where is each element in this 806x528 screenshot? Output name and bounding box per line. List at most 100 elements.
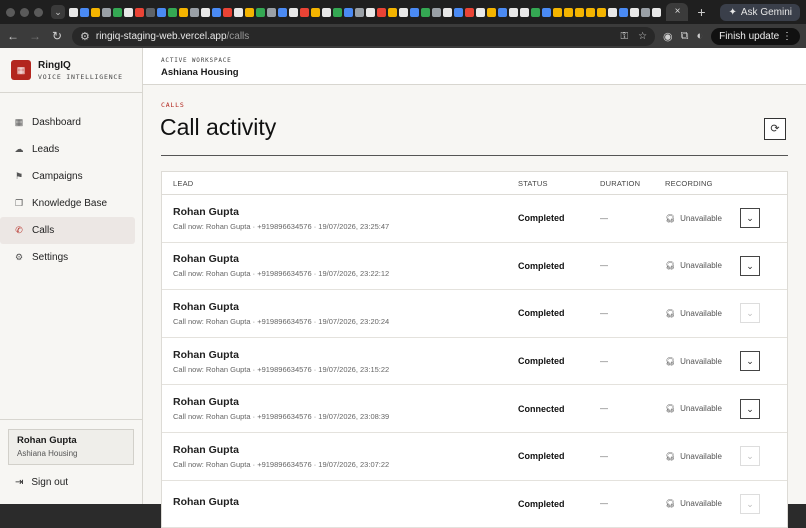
forward-icon[interactable]: → — [28, 29, 42, 43]
table-row[interactable]: Rohan Gupta Call now: Rohan Gupta · +919… — [162, 385, 787, 433]
headphones-icon: 🎧︎ — [665, 451, 676, 461]
pinned-tab-favicon-icon[interactable] — [608, 7, 617, 17]
pinned-tab-favicon-icon[interactable] — [289, 7, 298, 17]
active-tab[interactable]: × — [666, 3, 689, 21]
pinned-tab-favicon-icon[interactable] — [432, 7, 441, 17]
table-row[interactable]: Rohan Gupta Call now: Rohan Gupta · +919… — [162, 243, 787, 291]
pinned-tab-favicon-icon[interactable] — [388, 7, 397, 17]
pinned-tab-favicon-icon[interactable] — [212, 7, 221, 17]
pinned-tab-favicon-icon[interactable] — [344, 7, 353, 17]
back-icon[interactable]: ← — [6, 29, 20, 43]
pinned-tab-favicon-icon[interactable] — [300, 7, 309, 17]
reload-icon[interactable]: ↻ — [50, 29, 64, 43]
expand-row-button[interactable]: ⌄ — [740, 398, 760, 419]
zoom-window-button[interactable] — [34, 7, 43, 17]
pinned-tab-favicon-icon[interactable] — [619, 7, 628, 17]
pinned-tab-favicon-icon[interactable] — [377, 7, 386, 17]
refresh-button[interactable]: ⟳ — [764, 118, 786, 140]
expand-row-button[interactable]: ⌄ — [740, 303, 760, 324]
pinned-tab-favicon-icon[interactable] — [69, 7, 78, 17]
new-tab-button[interactable]: + — [692, 4, 710, 20]
pinned-tab-favicon-icon[interactable] — [509, 7, 518, 17]
user-card[interactable]: Rohan Gupta Ashiana Housing — [8, 429, 134, 465]
pinned-tab-favicon-icon[interactable] — [443, 7, 452, 17]
ask-gemini-button[interactable]: ✦ Ask Gemini — [720, 3, 800, 21]
pinned-tab-favicon-icon[interactable] — [421, 7, 430, 17]
pinned-tab-favicon-icon[interactable] — [454, 7, 463, 17]
pinned-tab-favicon-icon[interactable] — [157, 7, 166, 17]
extension-circle-icon[interactable]: ◉ — [663, 30, 673, 43]
pinned-tab-favicon-icon[interactable] — [410, 7, 419, 17]
key-icon[interactable]: ⚿ — [620, 31, 628, 42]
extensions-puzzle-icon[interactable]: ⧉ — [681, 30, 689, 43]
pinned-tab-favicon-icon[interactable] — [113, 7, 122, 17]
pinned-tab-favicon-icon[interactable] — [355, 7, 364, 17]
profile-avatar-icon[interactable]: ◐ — [697, 30, 704, 42]
sign-out-button[interactable]: ⇥ Sign out — [15, 477, 68, 488]
tab-close-icon[interactable]: × — [675, 6, 681, 17]
pinned-tab-favicon-icon[interactable] — [322, 7, 331, 17]
pinned-tab-favicon-icon[interactable] — [179, 7, 188, 17]
headphones-icon: 🎧︎ — [665, 404, 676, 414]
close-window-button[interactable] — [6, 7, 15, 17]
pinned-tab-favicon-icon[interactable] — [575, 7, 584, 17]
recording-cell: 🎧︎ Unavailable — [665, 214, 740, 223]
pinned-tab-favicon-icon[interactable] — [245, 7, 254, 17]
pinned-tab-favicon-icon[interactable] — [553, 7, 562, 17]
pinned-tab-favicon-icon[interactable] — [333, 7, 342, 17]
pinned-tab-favicon-icon[interactable] — [487, 7, 496, 17]
address-bar[interactable]: ⚙ ringiq-staging-web.vercel.app/calls ⚿ … — [72, 26, 656, 46]
table-row[interactable]: Rohan Gupta Call now: Rohan Gupta · +919… — [162, 195, 787, 243]
pinned-tab-favicon-icon[interactable] — [498, 7, 507, 17]
sidebar-item-calls[interactable]: ✆ Calls — [0, 217, 135, 244]
pinned-tab-favicon-icon[interactable] — [366, 7, 375, 17]
expand-row-button[interactable]: ⌄ — [740, 208, 760, 229]
pinned-tab-favicon-icon[interactable] — [102, 7, 111, 17]
pinned-tab-favicon-icon[interactable] — [630, 7, 639, 17]
sidebar-item-knowledge-base[interactable]: ❐ Knowledge Base — [0, 190, 135, 217]
sidebar-item-leads[interactable]: ☁ Leads — [0, 136, 135, 163]
sidebar-item-settings[interactable]: ⚙ Settings — [0, 244, 135, 271]
recording-cell: 🎧︎ Unavailable — [665, 452, 740, 461]
minimize-window-button[interactable] — [20, 7, 29, 17]
pinned-tab-favicon-icon[interactable] — [542, 7, 551, 17]
table-row[interactable]: Rohan Gupta Call now: Rohan Gupta · +919… — [162, 433, 787, 481]
pinned-tab-favicon-icon[interactable] — [476, 7, 485, 17]
pinned-tab-favicon-icon[interactable] — [146, 7, 155, 17]
pinned-tab-favicon-icon[interactable] — [311, 7, 320, 17]
table-row[interactable]: Rohan Gupta Call now: Rohan Gupta · +919… — [162, 290, 787, 338]
pinned-tab-favicon-icon[interactable] — [267, 7, 276, 17]
pinned-tab-favicon-icon[interactable] — [223, 7, 232, 17]
table-row[interactable]: Rohan Gupta Call now: Rohan Gupta · +919… — [162, 338, 787, 386]
pinned-tab-favicon-icon[interactable] — [652, 7, 661, 17]
pinned-tab-favicon-icon[interactable] — [597, 7, 606, 17]
expand-row-button[interactable]: ⌄ — [740, 351, 760, 372]
pinned-tab-favicon-icon[interactable] — [201, 7, 210, 17]
expand-row-button[interactable]: ⌄ — [740, 255, 760, 276]
pinned-tab-favicon-icon[interactable] — [278, 7, 287, 17]
pinned-tab-favicon-icon[interactable] — [80, 7, 89, 17]
pinned-tab-favicon-icon[interactable] — [641, 7, 650, 17]
pinned-tab-favicon-icon[interactable] — [168, 7, 177, 17]
site-info-icon[interactable]: ⚙ — [80, 30, 90, 43]
pinned-tab-favicon-icon[interactable] — [124, 7, 133, 17]
pinned-tab-favicon-icon[interactable] — [586, 7, 595, 17]
pinned-tab-favicon-icon[interactable] — [234, 7, 243, 17]
sidebar-item-campaigns[interactable]: ⚑ Campaigns — [0, 163, 135, 190]
tab-search-icon[interactable]: ⌄ — [51, 5, 65, 19]
finish-update-button[interactable]: Finish update ⋮ — [711, 27, 800, 45]
brand[interactable]: ▦ RingIQ VOICE INTELLIGENCE — [0, 48, 142, 93]
pinned-tab-favicon-icon[interactable] — [399, 7, 408, 17]
pinned-tab-favicon-icon[interactable] — [531, 7, 540, 17]
bookmark-star-icon[interactable]: ☆ — [638, 31, 647, 42]
pinned-tab-favicon-icon[interactable] — [564, 7, 573, 17]
table-row[interactable]: Rohan Gupta Completed — 🎧︎ Unavailable ⌄ — [162, 481, 787, 528]
pinned-tab-favicon-icon[interactable] — [256, 7, 265, 17]
pinned-tab-favicon-icon[interactable] — [190, 7, 199, 17]
pinned-tab-favicon-icon[interactable] — [465, 7, 474, 17]
pinned-tab-favicon-icon[interactable] — [520, 7, 529, 17]
expand-row-button[interactable]: ⌄ — [740, 446, 760, 467]
sidebar-item-dashboard[interactable]: ▦ Dashboard — [0, 109, 135, 136]
pinned-tab-favicon-icon[interactable] — [91, 7, 100, 17]
pinned-tab-favicon-icon[interactable] — [135, 7, 144, 17]
